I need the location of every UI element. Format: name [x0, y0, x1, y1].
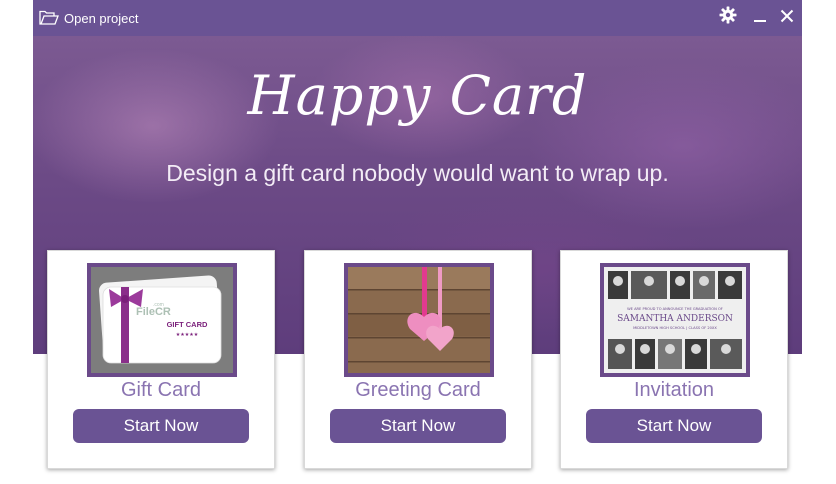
gift-card-thumb-stars: ★★★★★ — [176, 332, 199, 338]
greeting-card-thumbnail[interactable] — [344, 263, 494, 377]
gift-card-title: Gift Card — [120, 379, 202, 401]
gift-card-start-button[interactable]: Start Now — [73, 409, 249, 443]
invitation-start-button[interactable]: Start Now — [586, 409, 762, 443]
invitation-title: Invitation — [633, 379, 715, 401]
title-bar: Open project — [33, 0, 802, 36]
minimize-icon — [753, 8, 767, 27]
settings-button[interactable] — [717, 6, 739, 28]
minimize-button[interactable] — [749, 6, 771, 28]
open-project-label: Open project — [64, 10, 139, 26]
invitation-thumbnail[interactable]: WE ARE PROUD TO ANNOUNCE THE GRADUATION … — [600, 263, 750, 377]
gift-card-tile: GIFT CARD ★★★★★ FileCR .com Gift Card St… — [47, 250, 275, 469]
invitation-thumb-name: SAMANTHA ANDERSON — [617, 314, 733, 324]
greeting-card-title: Greeting Card — [355, 379, 481, 401]
gear-icon — [719, 6, 737, 28]
app-window: Open project Happy Card Design a gift ca… — [33, 0, 802, 484]
greeting-card-tile: Greeting Card Start Now — [304, 250, 532, 469]
greeting-card-start-button[interactable]: Start Now — [330, 409, 506, 443]
gift-card-thumb-text: GIFT CARD — [167, 320, 208, 329]
invitation-thumb-line1: WE ARE PROUD TO ANNOUNCE THE GRADUATION … — [627, 307, 723, 311]
folder-icon — [39, 10, 59, 26]
invitation-thumb-line2: MIDDLETOWN HIGH SCHOOL | CLASS OF 20XX — [633, 326, 717, 330]
gift-card-thumbnail[interactable]: GIFT CARD ★★★★★ FileCR .com — [87, 263, 237, 377]
invitation-tile: WE ARE PROUD TO ANNOUNCE THE GRADUATION … — [560, 250, 788, 469]
close-icon — [780, 8, 794, 27]
app-tagline: Design a gift card nobody would want to … — [166, 160, 669, 186]
app-title: Happy Card — [247, 64, 588, 127]
open-project-button[interactable]: Open project — [39, 7, 138, 29]
watermark-subtext: .com — [153, 302, 164, 308]
close-button[interactable] — [776, 6, 798, 28]
